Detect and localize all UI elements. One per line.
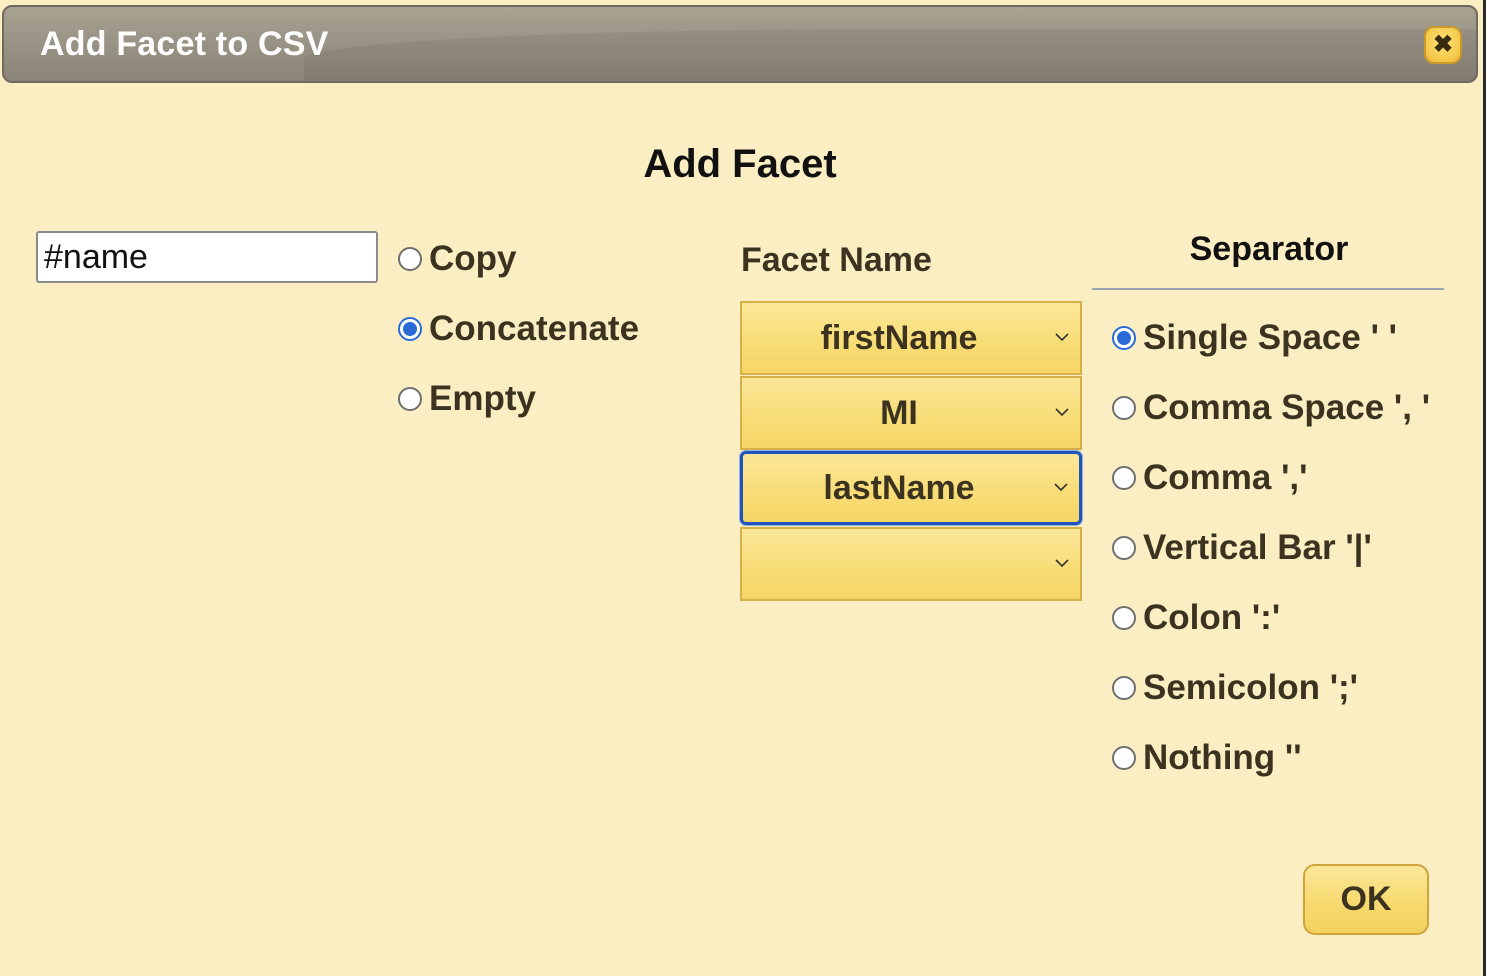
nothing-label: Nothing '': [1143, 738, 1302, 777]
semicolon-label: Semicolon ';': [1143, 668, 1359, 707]
colon-label: Colon ':': [1143, 598, 1281, 637]
separator-option-comma-space[interactable]: Comma Space ', ': [1112, 388, 1430, 428]
facet-name-input[interactable]: [36, 231, 378, 283]
facet-select-1[interactable]: firstName: [740, 301, 1082, 375]
facet-select-2[interactable]: MI: [740, 376, 1082, 450]
mode-option-concatenate[interactable]: Concatenate: [398, 309, 639, 349]
facet-select-3-value: lastName: [823, 468, 975, 507]
close-icon: ✖: [1432, 30, 1454, 58]
comma-space-radio[interactable]: [1112, 396, 1136, 420]
empty-radio[interactable]: [398, 387, 422, 411]
separator-option-nothing[interactable]: Nothing '': [1112, 738, 1302, 778]
chevron-down-icon: [1055, 559, 1069, 568]
vertical-bar-label: Vertical Bar '|': [1143, 528, 1372, 567]
facet-select-2-value: MI: [880, 393, 918, 432]
titlebar-sheen: [304, 29, 1476, 81]
mode-option-empty[interactable]: Empty: [398, 379, 536, 419]
chevron-down-icon: [1055, 408, 1069, 417]
dialog-titlebar[interactable]: Add Facet to CSV: [2, 5, 1478, 83]
concatenate-radio[interactable]: [398, 317, 422, 341]
comma-space-label: Comma Space ', ': [1143, 388, 1431, 427]
comma-label: Comma ',': [1143, 458, 1308, 497]
ok-button[interactable]: OK: [1303, 864, 1429, 935]
single-space-radio[interactable]: [1112, 326, 1136, 350]
semicolon-radio[interactable]: [1112, 676, 1136, 700]
concatenate-label: Concatenate: [429, 309, 640, 348]
close-button[interactable]: ✖: [1424, 26, 1462, 64]
colon-radio[interactable]: [1112, 606, 1136, 630]
separator-divider: [1092, 288, 1444, 290]
separator-option-comma[interactable]: Comma ',': [1112, 458, 1307, 498]
nothing-radio[interactable]: [1112, 746, 1136, 770]
separator-option-vertical-bar[interactable]: Vertical Bar '|': [1112, 528, 1372, 568]
chevron-down-icon: [1054, 483, 1068, 492]
facet-select-1-value: firstName: [820, 318, 978, 357]
separator-option-colon[interactable]: Colon ':': [1112, 598, 1280, 638]
chevron-down-icon: [1055, 333, 1069, 342]
separator-option-semicolon[interactable]: Semicolon ';': [1112, 668, 1358, 708]
comma-radio[interactable]: [1112, 466, 1136, 490]
copy-radio[interactable]: [398, 247, 422, 271]
add-facet-dialog: Add Facet to CSV ✖ Add Facet Copy Concat…: [0, 0, 1486, 976]
facet-name-header: Facet Name: [741, 241, 932, 279]
separator-option-single-space[interactable]: Single Space ' ': [1112, 318, 1397, 358]
separator-header: Separator: [1189, 230, 1349, 268]
facet-select-4[interactable]: [740, 527, 1082, 601]
facet-select-3[interactable]: lastName: [740, 451, 1082, 525]
empty-label: Empty: [429, 379, 536, 418]
mode-option-copy[interactable]: Copy: [398, 239, 517, 279]
dialog-heading: Add Facet: [643, 142, 837, 186]
copy-label: Copy: [429, 239, 517, 278]
dialog-title: Add Facet to CSV: [40, 25, 329, 63]
single-space-label: Single Space ' ': [1143, 318, 1397, 357]
vertical-bar-radio[interactable]: [1112, 536, 1136, 560]
